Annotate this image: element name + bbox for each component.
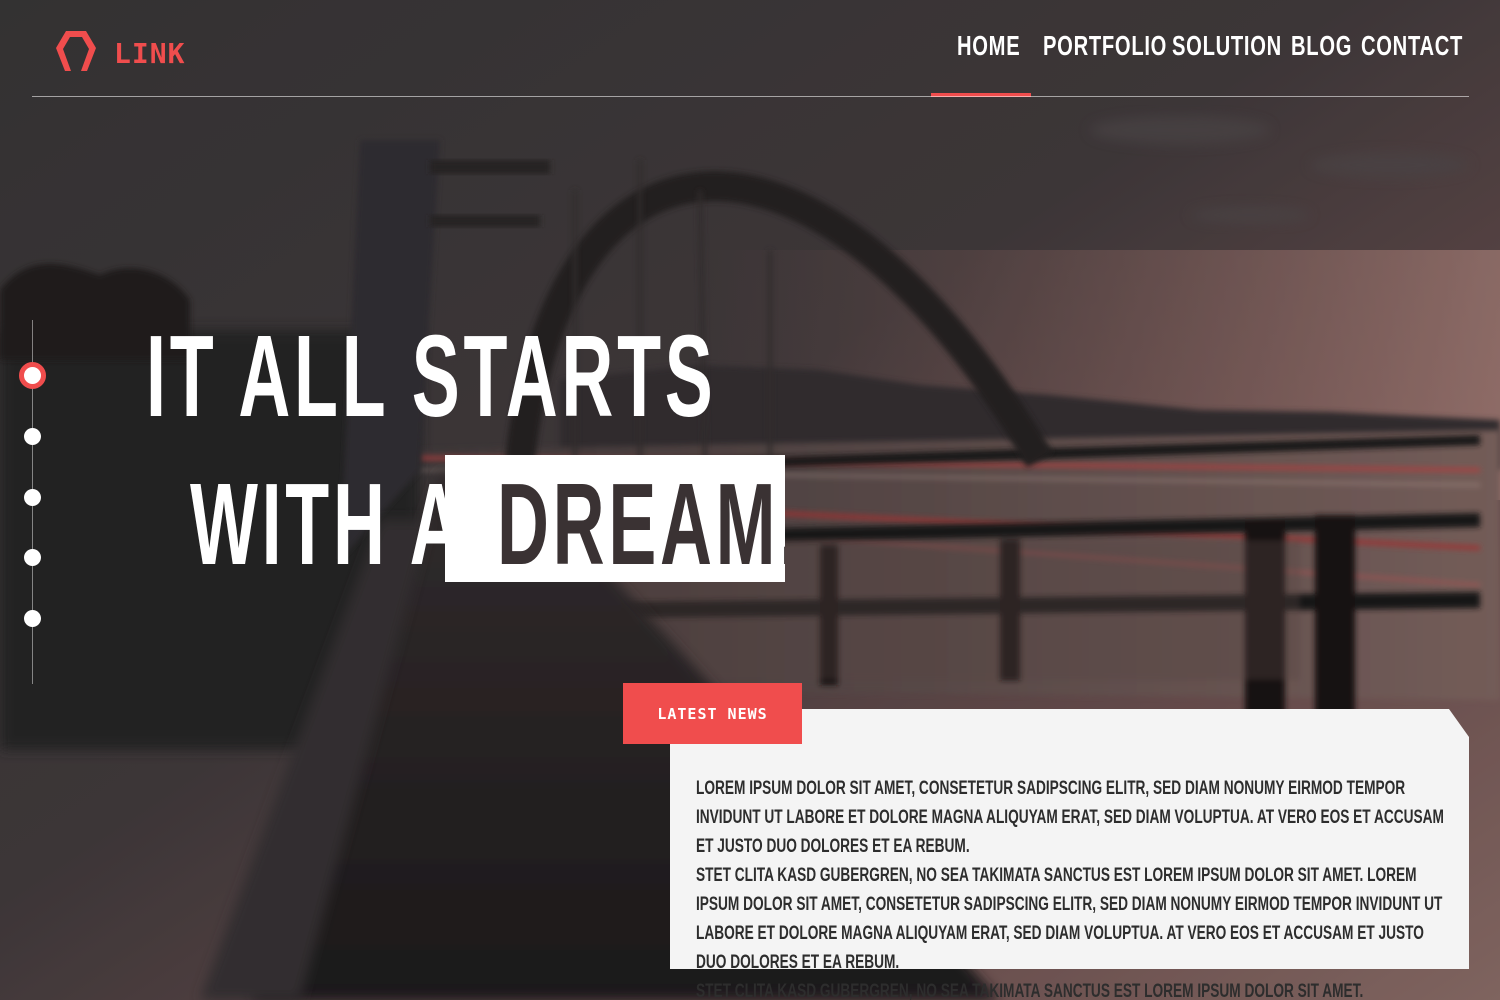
hero-highlight-text: DREAM. bbox=[497, 459, 785, 582]
hero-headline-line-2: WITH A bbox=[190, 459, 466, 589]
nav-item-solution[interactable]: SOLUTION bbox=[1172, 32, 1282, 60]
slider-dot-4[interactable] bbox=[24, 549, 41, 566]
nav-item-portfolio[interactable]: PORTFOLIO bbox=[1043, 32, 1167, 60]
nav-item-home[interactable]: HOME bbox=[957, 32, 1020, 60]
latest-news-label: LATEST NEWS bbox=[657, 704, 768, 723]
slider-dot-1[interactable] bbox=[19, 362, 46, 389]
news-paragraph: STET CLITA KASD GUBERGREN, NO SEA TAKIMA… bbox=[696, 981, 1364, 1000]
slider-dot-5[interactable] bbox=[24, 610, 41, 627]
news-body: LOREM IPSUM DOLOR SIT AMET, CONSETETUR S… bbox=[696, 774, 1445, 1000]
brand-name: LINK bbox=[114, 36, 186, 70]
nav-item-contact[interactable]: CONTACT bbox=[1361, 32, 1463, 60]
header-divider bbox=[32, 96, 1469, 97]
news-paragraph: LOREM IPSUM DOLOR SIT AMET, CONSETETUR S… bbox=[696, 778, 1444, 857]
hero-highlight-box: DREAM. bbox=[445, 455, 785, 582]
hexagon-bracket-icon bbox=[54, 28, 98, 79]
slider-dot-2[interactable] bbox=[24, 428, 41, 445]
news-paragraph: STET CLITA KASD GUBERGREN, NO SEA TAKIMA… bbox=[696, 865, 1443, 973]
hero-headline-line-1: IT ALL STARTS bbox=[146, 311, 717, 441]
slider-dot-3[interactable] bbox=[24, 489, 41, 506]
brand-logo[interactable]: LINK bbox=[54, 28, 185, 79]
nav-item-blog[interactable]: BLOG bbox=[1291, 32, 1352, 60]
latest-news-tab[interactable]: LATEST NEWS bbox=[623, 683, 802, 744]
